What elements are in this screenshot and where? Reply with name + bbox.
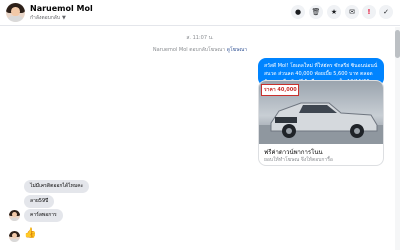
mail-button[interactable]: ✉ xyxy=(345,5,359,19)
thumbs-up-icon: 👍 xyxy=(24,228,37,239)
sender-avatar xyxy=(9,210,20,221)
ad-reply-note-text: Naruemol Mol ตอบกลับโฆษณา xyxy=(152,47,227,53)
messenger-window: Naruemol Mol กำลังตอบกลับ ▼ ● 🗑 ★ ✉ ! ✓ ส… xyxy=(0,0,400,250)
contact-name[interactable]: Naruemol Mol xyxy=(30,4,93,13)
profile-icon: ● xyxy=(294,7,302,16)
scrollbar-track[interactable] xyxy=(395,27,400,250)
status-label: กำลังตอบกลับ xyxy=(30,15,61,21)
trash-icon: 🗑 xyxy=(311,7,321,16)
incoming-message: คาร์ลพอการ xyxy=(24,209,63,222)
card-subtitle: ยอบให้ทำโฆษณ จึงให้ตอบการื้อ xyxy=(264,157,333,163)
chevron-down-icon: ▼ xyxy=(62,15,66,21)
ad-reply-note: Naruemol Mol ตอบกลับโฆษณา ดูโฆษณา xyxy=(0,46,400,54)
alert-button[interactable]: ! xyxy=(362,5,376,19)
star-button[interactable]: ★ xyxy=(327,5,341,19)
profile-button[interactable]: ● xyxy=(291,5,305,19)
delete-button[interactable]: 🗑 xyxy=(309,5,323,19)
check-icon: ✓ xyxy=(383,7,389,16)
incoming-message: ลาย59ปี xyxy=(24,195,55,208)
alert-icon: ! xyxy=(367,7,371,16)
ad-card[interactable]: ราคา 40,000 ฟรีค่าดาวน์พาการโนน ยอบให้ทำ… xyxy=(258,80,384,166)
pickup-truck-illustration xyxy=(259,102,383,144)
done-button[interactable]: ✓ xyxy=(379,5,393,19)
incoming-message: ไม่มีเครดิตออกได้ไหมคะ xyxy=(24,180,90,193)
status-dropdown[interactable]: กำลังตอบกลับ ▼ xyxy=(30,14,66,22)
star-icon: ★ xyxy=(330,7,338,16)
car-image: ราคา 40,000 xyxy=(259,81,383,144)
view-ad-link[interactable]: ดูโฆษณา xyxy=(227,47,247,53)
mail-icon: ✉ xyxy=(349,7,355,16)
conversation-header: Naruemol Mol กำลังตอบกลับ ▼ ● 🗑 ★ ✉ ! ✓ xyxy=(0,0,400,26)
contact-avatar[interactable] xyxy=(6,3,25,22)
scrollbar-thumb[interactable] xyxy=(395,30,400,58)
sender-avatar xyxy=(9,231,20,242)
message-timestamp: ส. 11:07 น. xyxy=(186,35,214,41)
